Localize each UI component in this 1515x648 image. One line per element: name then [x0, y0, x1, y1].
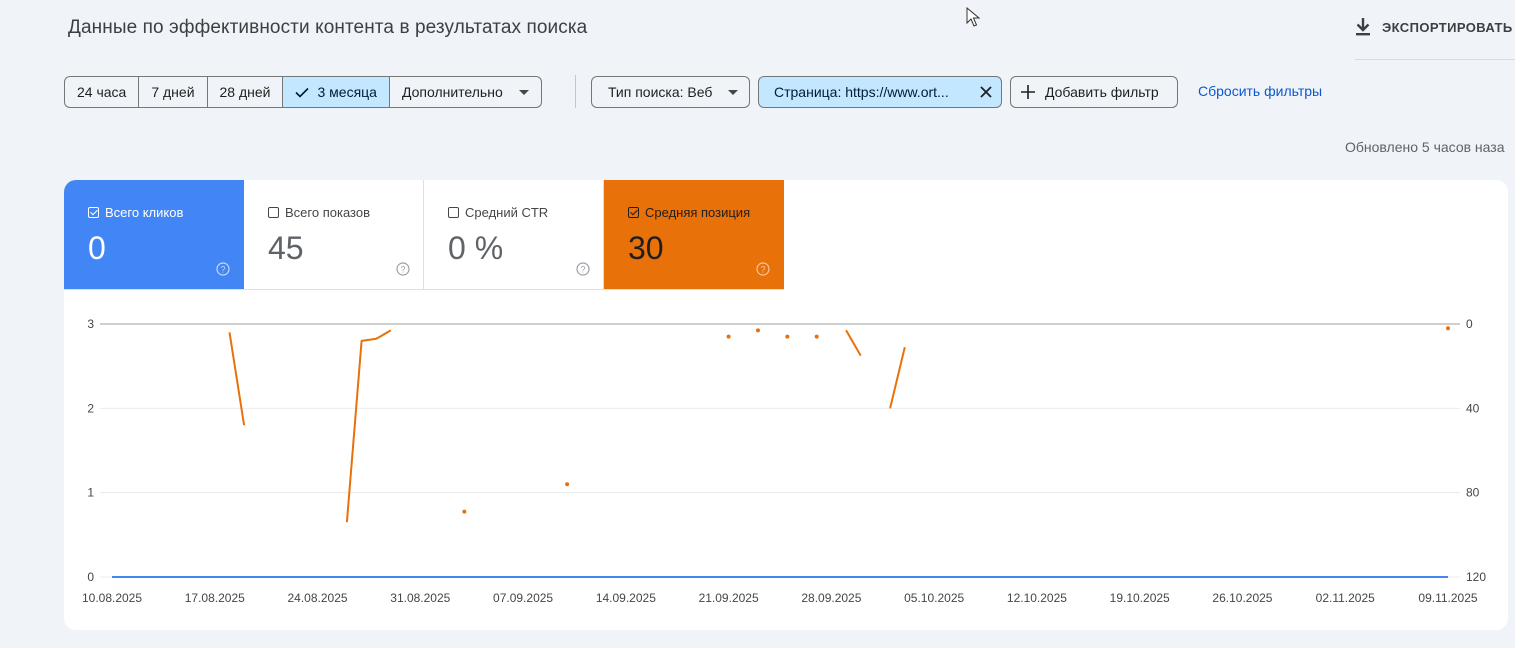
- x-tick-label: 21.09.2025: [699, 591, 759, 605]
- series-line: [889, 346, 906, 409]
- reset-filters-link[interactable]: Сбросить фильтры: [1198, 83, 1322, 99]
- plus-icon: [1021, 85, 1035, 99]
- x-tick-label: 28.09.2025: [801, 591, 861, 605]
- series-point: [814, 334, 819, 339]
- updated-status: Обновлено 5 часов наза: [1345, 139, 1505, 155]
- range-more-dropdown[interactable]: Дополнительно: [390, 77, 541, 107]
- x-tick-label: 17.08.2025: [185, 591, 245, 605]
- series-line: [228, 332, 246, 426]
- x-tick-label: 07.09.2025: [493, 591, 553, 605]
- series-line: [345, 329, 392, 523]
- mouse-cursor-icon: [966, 6, 981, 32]
- add-filter-button[interactable]: Добавить фильтр: [1010, 76, 1178, 108]
- series-point: [785, 334, 790, 339]
- series-point: [462, 509, 467, 514]
- dropdown-arrow-icon: [728, 89, 739, 95]
- y-left-tick-label: 1: [87, 486, 94, 500]
- page-title: Данные по эффективности контента в резул…: [68, 17, 588, 38]
- y-right-tick-label: 40: [1466, 401, 1480, 415]
- x-tick-label: 09.11.2025: [1418, 591, 1477, 605]
- series-point: [1446, 326, 1450, 331]
- y-left-tick-label: 0: [87, 570, 94, 584]
- page-filter-chip[interactable]: Страница: https://www.ort...: [758, 76, 1002, 108]
- x-tick-label: 12.10.2025: [1007, 591, 1067, 605]
- y-right-tick-label: 80: [1466, 486, 1480, 500]
- series-point: [726, 334, 731, 339]
- performance-card: Всего кликов 0 ? Всего показов 45 ? Сред…: [64, 180, 1508, 630]
- search-type-filter[interactable]: Тип поиска: Веб: [591, 76, 750, 108]
- x-tick-label: 19.10.2025: [1110, 591, 1170, 605]
- performance-chart: 0 1 2 3 0 40 80 120 10.08.2025 17.08.2025 24.08.20…: [82, 317, 1486, 605]
- range-3m[interactable]: 3 месяца: [283, 77, 390, 107]
- series-point: [565, 482, 570, 487]
- y-left-tick-label: 3: [87, 317, 94, 331]
- export-label: ЭКСПОРТИРОВАТЬ: [1382, 19, 1513, 35]
- y-right-tick-label: 120: [1466, 570, 1486, 584]
- x-tick-label: 02.11.2025: [1316, 591, 1375, 605]
- range-24h[interactable]: 24 часа: [65, 77, 140, 107]
- x-tick-label: 31.08.2025: [390, 591, 450, 605]
- series-point: [755, 328, 760, 333]
- range-7d[interactable]: 7 дней: [139, 77, 208, 107]
- y-right-tick-label: 0: [1466, 317, 1473, 331]
- close-icon[interactable]: [980, 86, 992, 98]
- x-tick-label: 10.08.2025: [82, 591, 142, 605]
- dropdown-arrow-icon: [518, 89, 529, 95]
- x-tick-label: 05.10.2025: [904, 591, 964, 605]
- y-left-tick-label: 2: [87, 401, 94, 415]
- date-range-selector: 24 часа 7 дней 28 дней 3 месяца Дополнит…: [64, 76, 542, 108]
- series-line: [845, 329, 862, 357]
- range-28d[interactable]: 28 дней: [208, 77, 284, 107]
- check-icon: [295, 87, 310, 98]
- x-tick-label: 14.09.2025: [596, 591, 656, 605]
- toolbar-divider: [575, 75, 576, 108]
- download-icon: [1354, 17, 1372, 37]
- x-tick-label: 24.08.2025: [288, 591, 348, 605]
- export-button[interactable]: ЭКСПОРТИРОВАТЬ: [1354, 17, 1513, 37]
- header-divider: [1355, 59, 1515, 60]
- x-tick-label: 26.10.2025: [1212, 591, 1272, 605]
